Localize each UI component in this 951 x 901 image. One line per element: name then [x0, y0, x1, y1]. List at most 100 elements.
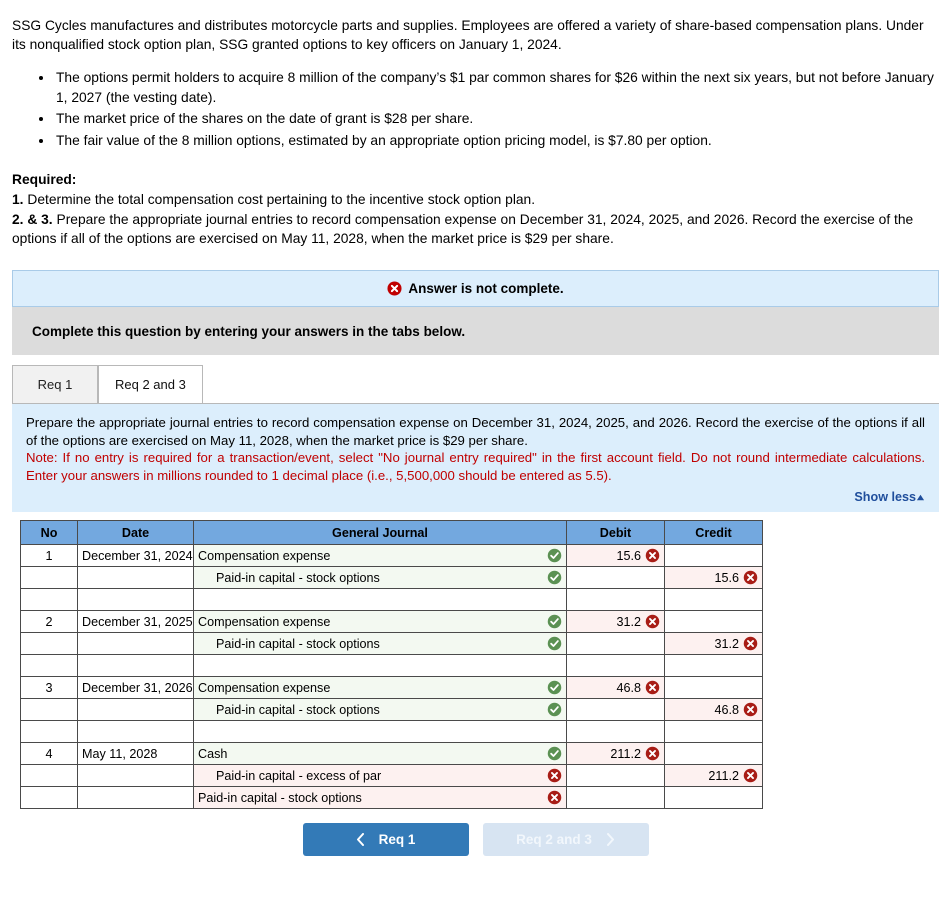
cell-no: [20, 786, 78, 809]
cell-account[interactable]: Cash: [193, 742, 567, 765]
table-row: 2 December 31, 2025 Compensation expense 31…: [20, 610, 763, 633]
required-item-2-number: 2. & 3.: [12, 212, 53, 227]
cell-account[interactable]: Paid-in capital - excess of par: [193, 764, 567, 787]
required-heading: Required:: [12, 172, 77, 187]
account-label: Paid-in capital - stock options: [216, 702, 380, 717]
required-item-1: 1. Determine the total compensation cost…: [12, 190, 939, 209]
cell-date[interactable]: December 31, 2026: [77, 676, 194, 699]
account-label: Compensation expense: [198, 548, 331, 563]
cell-debit[interactable]: [566, 566, 665, 589]
cell-credit[interactable]: [664, 720, 763, 743]
cell-date[interactable]: May 11, 2028: [77, 742, 194, 765]
valid-check-icon: [547, 702, 562, 717]
invalid-x-icon: [645, 746, 660, 761]
cell-debit[interactable]: 31.2: [566, 610, 665, 633]
col-header-general-journal: General Journal: [193, 520, 567, 545]
cell-no: [20, 588, 78, 611]
cell-debit[interactable]: [566, 786, 665, 809]
complete-question-label: Complete this question by entering your …: [32, 323, 466, 339]
problem-intro: SSG Cycles manufactures and distributes …: [12, 18, 924, 52]
cell-credit[interactable]: [664, 676, 763, 699]
cell-account[interactable]: Compensation expense: [193, 610, 567, 633]
cell-account: [193, 720, 567, 743]
cell-date[interactable]: December 31, 2025: [77, 610, 194, 633]
valid-check-icon: [547, 614, 562, 629]
list-item: The fair value of the 8 million options,…: [54, 131, 943, 151]
cell-credit[interactable]: [664, 786, 763, 809]
valid-check-icon: [547, 680, 562, 695]
cell-debit[interactable]: [566, 654, 665, 677]
problem-bullet-list: The options permit holders to acquire 8 …: [8, 68, 943, 150]
instruction-body: Prepare the appropriate journal entries …: [26, 415, 925, 448]
cell-credit[interactable]: 211.2: [664, 764, 763, 787]
col-header-debit: Debit: [566, 520, 665, 545]
col-header-credit: Credit: [664, 520, 763, 545]
show-less-toggle[interactable]: Show less: [26, 490, 925, 504]
account-label: Paid-in capital - stock options: [216, 636, 380, 651]
cell-credit[interactable]: 31.2: [664, 632, 763, 655]
chevron-left-icon: [356, 833, 365, 846]
cell-credit[interactable]: [664, 654, 763, 677]
cell-account[interactable]: Paid-in capital - stock options: [193, 698, 567, 721]
journal-entry-table: No Date General Journal Debit Credit 1 De…: [20, 520, 763, 809]
cell-no: [20, 698, 78, 721]
cell-debit[interactable]: [566, 720, 665, 743]
credit-value: 211.2: [708, 768, 739, 783]
chevron-up-icon: [916, 493, 925, 502]
cell-debit[interactable]: 211.2: [566, 742, 665, 765]
invalid-x-icon: [743, 636, 758, 651]
cell-debit[interactable]: [566, 632, 665, 655]
cell-no: [20, 632, 78, 655]
requirement-nav: Req 1 Req 2 and 3: [8, 823, 943, 856]
debit-value: 15.6: [616, 548, 641, 563]
cell-date: [77, 632, 194, 655]
cell-debit[interactable]: 46.8: [566, 676, 665, 699]
instruction-note: Note: If no entry is required for a tran…: [26, 450, 925, 483]
cell-debit[interactable]: [566, 588, 665, 611]
account-label: Paid-in capital - excess of par: [216, 768, 382, 783]
cell-account[interactable]: Paid-in capital - stock options: [193, 566, 567, 589]
error-circle-icon: [387, 281, 402, 296]
cell-credit[interactable]: [664, 742, 763, 765]
cell-date[interactable]: December 31, 2024: [77, 544, 194, 567]
valid-check-icon: [547, 636, 562, 651]
table-row: 1 December 31, 2024 Compensation expense 15…: [20, 544, 763, 567]
cell-date: [77, 654, 194, 677]
debit-value: 46.8: [616, 680, 641, 695]
table-row: Paid-in capital - stock options 15.6: [20, 566, 763, 589]
cell-account[interactable]: Paid-in capital - stock options: [193, 786, 567, 809]
cell-account[interactable]: Paid-in capital - stock options: [193, 632, 567, 655]
cell-no: [20, 654, 78, 677]
prev-req-button[interactable]: Req 1: [302, 823, 469, 856]
cell-date: [77, 764, 194, 787]
cell-credit[interactable]: 46.8: [664, 698, 763, 721]
table-row: 3 December 31, 2026 Compensation expense 46…: [20, 676, 763, 699]
tab-req-1-label: Req 1: [37, 377, 73, 392]
cell-debit[interactable]: [566, 764, 665, 787]
invalid-x-icon: [743, 702, 758, 717]
cell-credit[interactable]: [664, 544, 763, 567]
answer-incomplete-label: Answer is not complete.: [408, 281, 564, 296]
tab-req-1[interactable]: Req 1: [12, 365, 98, 403]
account-label: Paid-in capital - stock options: [216, 570, 380, 585]
invalid-x-icon: [547, 768, 562, 783]
credit-value: 15.6: [714, 570, 739, 585]
account-label: Paid-in capital - stock options: [198, 790, 362, 805]
cell-credit[interactable]: 15.6: [664, 566, 763, 589]
question-page: SSG Cycles manufactures and distributes …: [0, 0, 951, 856]
answer-incomplete-banner: Answer is not complete.: [12, 270, 939, 307]
cell-credit[interactable]: [664, 588, 763, 611]
next-req-button[interactable]: Req 2 and 3: [482, 823, 649, 856]
cell-account[interactable]: Compensation expense: [193, 676, 567, 699]
table-row: Paid-in capital - stock options 46.8: [20, 698, 763, 721]
invalid-x-icon: [645, 614, 660, 629]
valid-check-icon: [547, 746, 562, 761]
cell-account[interactable]: Compensation expense: [193, 544, 567, 567]
cell-date: [77, 566, 194, 589]
required-section: Required: 1. Determine the total compens…: [12, 170, 939, 248]
cell-debit[interactable]: [566, 698, 665, 721]
cell-debit[interactable]: 15.6: [566, 544, 665, 567]
cell-credit[interactable]: [664, 610, 763, 633]
instruction-panel: Prepare the appropriate journal entries …: [12, 403, 939, 512]
tab-req-2-and-3[interactable]: Req 2 and 3: [98, 365, 203, 403]
